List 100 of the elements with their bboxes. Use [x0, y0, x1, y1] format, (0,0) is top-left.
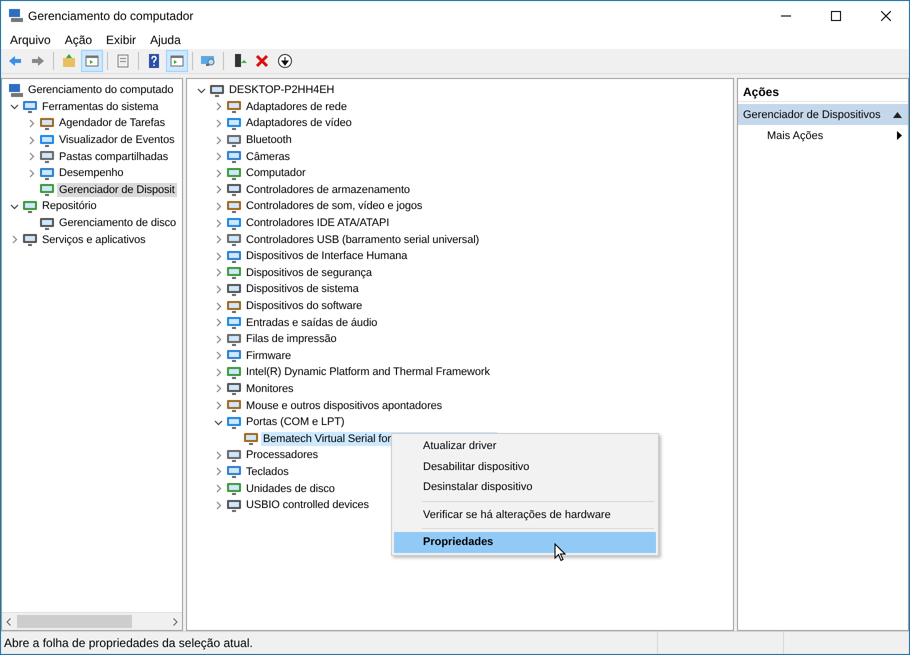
close-icon [881, 10, 891, 20]
device-icon [226, 332, 242, 347]
pane-title: Ações [738, 82, 908, 102]
device-icon [22, 232, 38, 248]
tree-item[interactable]: Repositório [40, 199, 99, 214]
device-icon [209, 82, 225, 98]
device-icon [226, 414, 242, 430]
tree-item[interactable]: Filas de impressão [244, 332, 339, 346]
device-icon [226, 381, 242, 396]
chevron-down-icon[interactable] [214, 418, 222, 427]
tree-item[interactable]: Ferramentas do sistema [40, 100, 160, 114]
device-icon [39, 116, 55, 131]
monitor-icon [200, 53, 216, 69]
device-icon [226, 99, 242, 114]
tree-item[interactable]: Firmware [244, 348, 294, 363]
delete-icon [254, 53, 270, 69]
device-icon [226, 166, 242, 181]
tree-item[interactable]: Gerenciamento do computado [26, 83, 176, 98]
device-icon [226, 298, 242, 314]
tree-item[interactable]: Mouse e outros dispositivos apontadores [244, 398, 444, 413]
tree-item[interactable]: Unidades de disco [244, 482, 337, 496]
tree-item[interactable]: Bluetooth [244, 133, 294, 148]
tree-item[interactable]: Teclados [244, 464, 291, 479]
device-icon [226, 248, 242, 264]
device-icon [226, 498, 242, 513]
computer-icon [8, 82, 24, 98]
scroll-left-icon[interactable] [6, 618, 11, 626]
tree-item[interactable]: DESKTOP-P2HH4EH [227, 83, 336, 98]
tree-item[interactable]: Adaptadores de rede [244, 100, 349, 114]
device-icon [226, 481, 242, 496]
menu-item[interactable]: Ação [58, 32, 100, 46]
tree-item[interactable]: Gerenciamento de disco [57, 216, 178, 230]
device-icon [22, 198, 38, 214]
menu-item[interactable]: Ajuda [143, 32, 188, 46]
device-icon [226, 282, 242, 297]
chevron-right-icon[interactable] [10, 235, 18, 244]
scroll-right-icon[interactable] [173, 618, 178, 626]
tree-item[interactable]: Dispositivos de Interface Humana [244, 249, 410, 264]
tree-item[interactable]: USBIO controlled devices [244, 498, 371, 512]
horizontal-scrollbar[interactable] [2, 612, 182, 630]
tree-item[interactable]: Controladores USB (barramento serial universal) [244, 232, 482, 247]
device-icon [226, 149, 242, 164]
tree-item[interactable]: Câmeras [244, 150, 292, 164]
tree-item[interactable]: Entradas e saídas de áudio [244, 316, 380, 330]
tree-item[interactable]: Serviços e aplicativos [40, 232, 148, 247]
forward-arrow-icon [30, 53, 46, 69]
device-icon [226, 216, 242, 231]
menu-item[interactable]: Arquivo [3, 32, 58, 46]
device-icon [226, 348, 242, 364]
menu-item[interactable]: Exibir [99, 32, 144, 46]
tree-item[interactable]: Pastas compartilhadas [57, 150, 170, 164]
tree-item[interactable]: Portas (COM e LPT) [244, 415, 346, 430]
device-icon [226, 315, 242, 330]
menu-item[interactable]: Propriedades [394, 532, 656, 552]
action-item[interactable]: Mais Ações [738, 125, 908, 146]
pane-icon [84, 53, 100, 69]
section-header[interactable]: Gerenciador de Dispositivos [738, 104, 908, 125]
download-icon [277, 53, 293, 69]
tree-item[interactable]: Gerenciador de Disposit [57, 182, 177, 197]
tree-item[interactable]: Controladores IDE ATA/ATAPI [244, 216, 392, 230]
tree-item[interactable]: Visualizador de Eventos [57, 133, 177, 148]
cursor-icon [554, 543, 566, 562]
tree-item[interactable]: Adaptadores de vídeo [244, 116, 354, 130]
menu-item[interactable]: Verificar se há alterações de hardware [394, 504, 656, 525]
status-text: Abre a folha de propriedades da seleção atual. [3, 636, 254, 650]
device-icon [39, 216, 55, 231]
device-icon [226, 116, 242, 131]
device-icon [226, 398, 242, 414]
device-icon [226, 464, 242, 480]
tree-item[interactable]: Controladores de armazenamento [244, 182, 412, 197]
device-icon [226, 132, 242, 148]
tree-item[interactable]: Dispositivos do software [244, 299, 364, 314]
device-icon [39, 182, 55, 198]
tree-item[interactable]: Dispositivos de sistema [244, 282, 361, 296]
tree-item[interactable]: Processadores [244, 448, 320, 462]
tree-item[interactable]: Desempenho [57, 166, 126, 180]
tree-item[interactable]: Intel(R) Dynamic Platform and Thermal Framework [244, 365, 492, 380]
chevron-down-icon[interactable] [196, 86, 206, 95]
device-icon [226, 198, 242, 214]
tree-item[interactable]: Computador [244, 166, 308, 180]
help-icon [146, 53, 162, 69]
tree-item[interactable]: Monitores [244, 382, 296, 396]
tree-item[interactable]: Dispositivos de segurança [244, 266, 374, 280]
caret-up-icon [893, 112, 902, 118]
device-icon [226, 448, 242, 463]
device-icon [226, 182, 242, 198]
computer-icon [8, 8, 24, 23]
window-title: Gerenciamento do computador [28, 8, 194, 22]
tree-item[interactable]: Controladores de som, vídeo e jogos [244, 199, 424, 214]
tree-item[interactable]: Agendador de Tarefas [57, 116, 168, 130]
device-icon [226, 232, 242, 248]
sheet-icon [115, 53, 131, 69]
menu-item[interactable]: Desinstalar dispositivo [394, 477, 656, 498]
device-icon [226, 364, 242, 380]
chevron-down-icon[interactable] [10, 102, 18, 112]
device-icon [243, 431, 259, 446]
pane-icon [169, 53, 185, 69]
device-icon [22, 99, 38, 114]
menu-item[interactable]: Desabilitar dispositivo [394, 456, 656, 477]
chevron-down-icon[interactable] [10, 202, 18, 211]
